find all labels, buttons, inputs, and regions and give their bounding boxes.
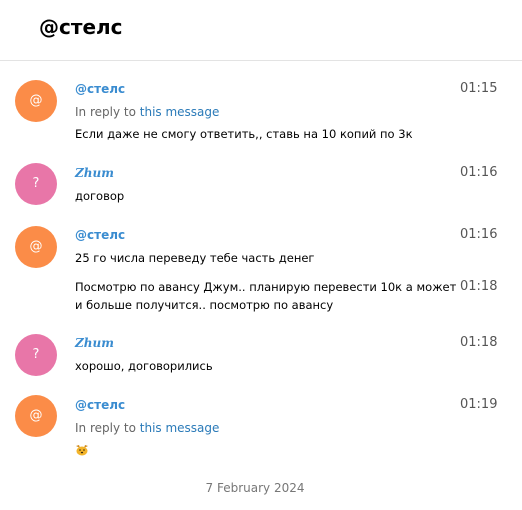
reply-prefix: In reply to	[75, 421, 136, 435]
sender-name[interactable]: @стелс	[75, 398, 125, 412]
message-text: Если даже не смогу ответить,, ставь на 1…	[75, 127, 413, 141]
reply-link[interactable]: this message	[140, 421, 220, 435]
message-text: договор	[75, 189, 125, 203]
sender-name[interactable]: Zhum	[75, 336, 114, 350]
sender-name[interactable]: @стелс	[75, 82, 125, 96]
sender-name[interactable]: Zhum	[75, 166, 114, 180]
message-time: 01:16	[460, 227, 498, 242]
reply-reference: In reply to this message	[75, 421, 219, 435]
chat-title: @стелс	[39, 15, 123, 39]
avatar[interactable]: @	[15, 226, 57, 268]
message-time: 01:19	[460, 397, 498, 412]
avatar[interactable]: @	[15, 80, 57, 122]
chat-header: @стелс	[0, 0, 522, 61]
message-text: 25 го числа переведу тебе часть денег	[75, 251, 315, 265]
date-separator: 7 February 2024	[205, 481, 305, 495]
reply-reference: In reply to this message	[75, 105, 219, 119]
avatar[interactable]: ?	[15, 163, 57, 205]
reply-link[interactable]: this message	[140, 105, 220, 119]
avatar[interactable]: ?	[15, 334, 57, 376]
message-time: 01:16	[460, 165, 498, 180]
message-time: 01:18	[460, 279, 498, 294]
avatar[interactable]: @	[15, 395, 57, 437]
message-time: 01:18	[460, 335, 498, 350]
sender-name[interactable]: @стелс	[75, 228, 125, 242]
message-text: хорошо, договорились	[75, 359, 213, 373]
message-time: 01:15	[460, 81, 498, 96]
reply-prefix: In reply to	[75, 105, 136, 119]
message-text: Посмотрю по авансу Джум.. планирую перев…	[75, 280, 457, 312]
dog-face-emoji	[76, 445, 88, 456]
